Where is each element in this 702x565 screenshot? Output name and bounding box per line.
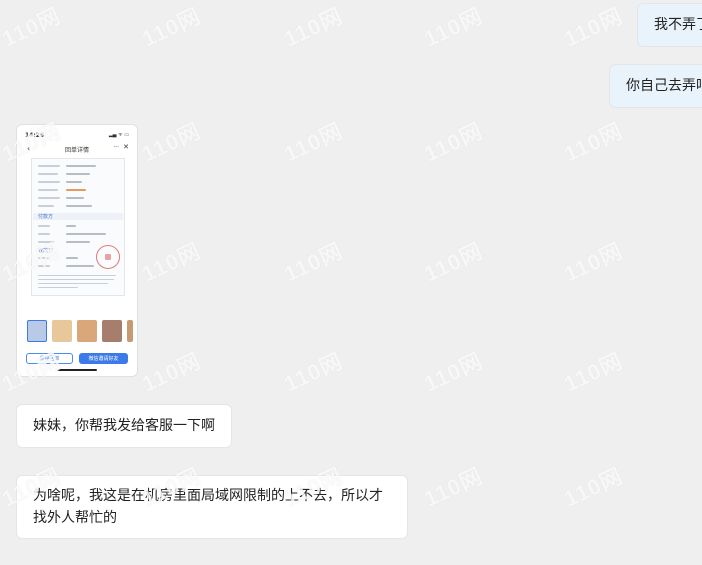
- watermark: 110网: [280, 348, 347, 397]
- thumbnail-item[interactable]: [77, 320, 97, 342]
- watermark: 110网: [420, 118, 487, 167]
- seal-stamp-icon: [96, 245, 120, 269]
- message-text: 为啥呢，我这是在机房里面局域网限制的上不去，所以才找外人帮忙的: [33, 488, 383, 526]
- receipt-document: 付款方 收款方: [31, 158, 125, 296]
- watermark: 110网: [560, 3, 627, 52]
- thumbnail-item[interactable]: [52, 320, 72, 342]
- phone-status-time: 14:28: [25, 132, 45, 139]
- watermark: 110网: [420, 3, 487, 52]
- watermark: 110网: [420, 238, 487, 287]
- thumbnail-item[interactable]: [102, 320, 122, 342]
- message-bubble-outgoing: 你自己去弄吧: [610, 65, 702, 107]
- watermark: 110网: [560, 238, 627, 287]
- message-bubble-outgoing: 我不弄了: [638, 4, 702, 46]
- message-text: 妹妹，你帮我发给客服一下啊: [33, 418, 215, 434]
- watermark: 110网: [0, 3, 65, 52]
- phone-status-icons: ▂▄ ᯤ ▭: [108, 132, 129, 138]
- share-button[interactable]: 微信邀请好友: [79, 353, 128, 364]
- watermark: 110网: [280, 118, 347, 167]
- close-icon: ✕: [123, 143, 129, 151]
- thumbnail-item[interactable]: [27, 320, 47, 342]
- message-bubble-incoming: 妹妹，你帮我发给客服一下啊: [17, 405, 231, 447]
- watermark: 110网: [560, 463, 627, 512]
- save-receipt-button[interactable]: 保存回单: [26, 353, 73, 364]
- watermark: 110网: [138, 348, 205, 397]
- watermark: 110网: [280, 3, 347, 52]
- message-text: 你自己去弄吧: [626, 78, 702, 94]
- receipt-section-payee: 收款方: [38, 248, 54, 254]
- watermark: 110网: [138, 238, 205, 287]
- receipt-section-payer: 付款方: [38, 214, 54, 220]
- watermark: 110网: [138, 3, 205, 52]
- watermark: 110网: [560, 348, 627, 397]
- phone-page-title: 回单详情: [64, 147, 89, 154]
- message-text: 我不弄了: [654, 17, 702, 33]
- watermark: 110网: [280, 238, 347, 287]
- watermark: 110网: [420, 463, 487, 512]
- image-message-receipt-screenshot[interactable]: 14:28 ▂▄ ᯤ ▭ ‹ 回单详情 ··· ✕ 付款方 收款方 保存回单 微…: [17, 125, 137, 376]
- template-thumbnails: [27, 320, 137, 342]
- watermark: 110网: [560, 118, 627, 167]
- watermark: 110网: [420, 348, 487, 397]
- more-icon: ···: [113, 144, 119, 151]
- home-indicator: [57, 369, 97, 371]
- thumbnail-item[interactable]: [127, 320, 133, 342]
- watermark: 110网: [138, 118, 205, 167]
- message-bubble-incoming: 为啥呢，我这是在机房里面局域网限制的上不去，所以才找外人帮忙的: [17, 476, 407, 538]
